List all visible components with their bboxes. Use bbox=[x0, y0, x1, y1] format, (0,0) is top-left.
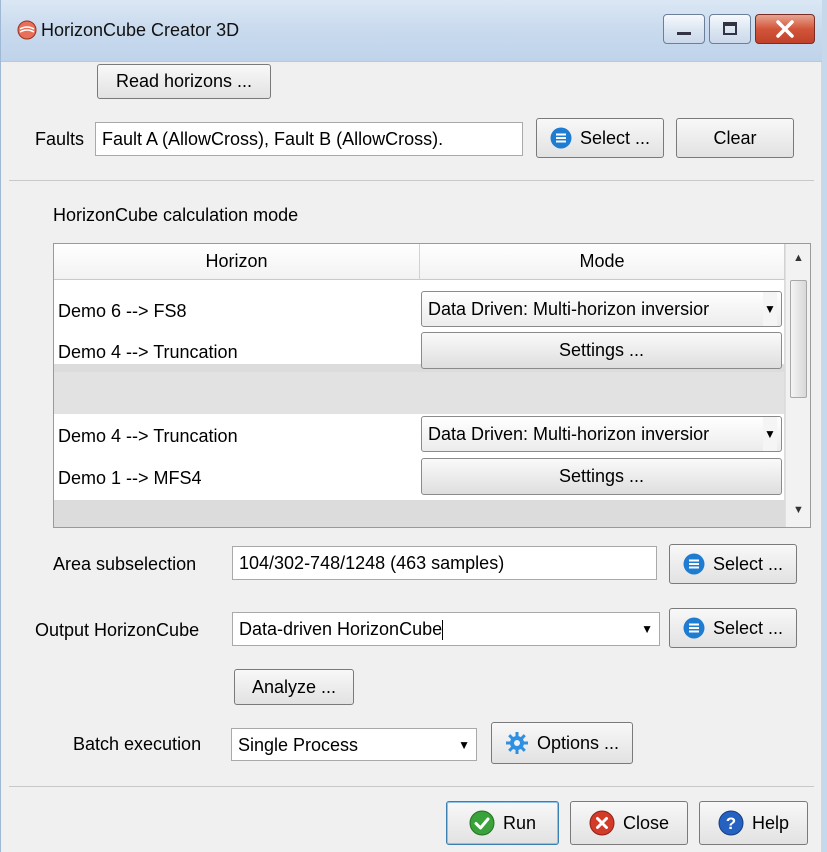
batch-options-label: Options ... bbox=[536, 732, 620, 753]
column-header-mode[interactable]: Mode bbox=[420, 244, 785, 280]
check-icon bbox=[469, 810, 495, 836]
table-cell-horizon: Demo 1 --> MFS4 bbox=[58, 468, 202, 488]
list-icon bbox=[683, 617, 705, 639]
mode-settings-button[interactable]: Settings ... bbox=[421, 458, 782, 495]
batch-value: Single Process bbox=[238, 735, 359, 755]
title-bar[interactable]: HorizonCube Creator 3D bbox=[1, 0, 822, 62]
faults-field[interactable]: Fault A (AllowCross), Fault B (AllowCros… bbox=[95, 122, 523, 156]
chevron-down-icon: ▼ bbox=[763, 417, 777, 451]
scroll-down-icon[interactable]: ▼ bbox=[786, 504, 810, 516]
maximize-icon bbox=[723, 22, 737, 35]
output-combobox[interactable]: Data-driven HorizonCube ▼ bbox=[232, 612, 660, 646]
batch-options-button[interactable]: Options ... bbox=[491, 722, 633, 764]
analyze-button[interactable]: Analyze ... bbox=[234, 669, 354, 705]
minimize-icon bbox=[677, 32, 691, 35]
run-label: Run bbox=[502, 812, 537, 833]
calc-mode-table: Horizon Mode Demo 6 --> FS8 Data Driven:… bbox=[53, 243, 811, 528]
window-title: HorizonCube Creator 3D bbox=[41, 20, 240, 40]
area-field[interactable]: 104/302-748/1248 (463 samples) bbox=[232, 546, 657, 580]
area-label: Area subselection bbox=[53, 554, 197, 574]
faults-select-label: Select ... bbox=[579, 127, 651, 148]
scroll-up-icon[interactable]: ▲ bbox=[786, 252, 810, 264]
chevron-down-icon: ▼ bbox=[763, 292, 777, 326]
minimize-button[interactable] bbox=[663, 14, 705, 44]
mode-settings-label: Settings ... bbox=[558, 340, 645, 360]
separator bbox=[9, 180, 814, 181]
list-icon bbox=[550, 127, 572, 149]
table-scrollbar[interactable]: ▲ ▼ bbox=[785, 244, 810, 527]
svg-text:?: ? bbox=[726, 814, 736, 833]
mode-settings-label: Settings ... bbox=[558, 466, 645, 486]
window-close-button[interactable] bbox=[755, 14, 815, 44]
close-icon bbox=[589, 810, 615, 836]
mode-dropdown[interactable]: Data Driven: Multi-horizon inversior ▼ bbox=[421, 291, 782, 327]
list-icon bbox=[683, 553, 705, 575]
faults-clear-button[interactable]: Clear bbox=[676, 118, 794, 158]
output-label: Output HorizonCube bbox=[35, 620, 200, 640]
help-icon: ? bbox=[718, 810, 744, 836]
calc-mode-title: HorizonCube calculation mode bbox=[53, 205, 299, 225]
table-cell-horizon: Demo 6 --> FS8 bbox=[58, 301, 187, 321]
mode-dropdown-value: Data Driven: Multi-horizon inversior bbox=[428, 299, 710, 319]
area-select-label: Select ... bbox=[712, 553, 784, 574]
dialog-window: HorizonCube Creator 3D Read horizons ...… bbox=[0, 0, 827, 852]
gear-icon bbox=[505, 732, 528, 754]
analyze-label: Analyze ... bbox=[251, 676, 337, 697]
scroll-thumb[interactable] bbox=[790, 280, 807, 398]
separator bbox=[9, 786, 814, 787]
batch-label: Batch execution bbox=[73, 734, 202, 754]
maximize-button[interactable] bbox=[709, 14, 751, 44]
table-cell-horizon: Demo 4 --> Truncation bbox=[58, 342, 238, 362]
close-label: Close bbox=[622, 812, 670, 833]
close-button[interactable]: Close bbox=[570, 801, 688, 845]
mode-settings-button[interactable]: Settings ... bbox=[421, 332, 782, 369]
close-x-icon bbox=[776, 20, 794, 38]
run-button[interactable]: Run bbox=[446, 801, 559, 845]
mode-dropdown-value: Data Driven: Multi-horizon inversior bbox=[428, 424, 710, 444]
column-header-horizon[interactable]: Horizon bbox=[54, 244, 420, 280]
help-button[interactable]: ? Help bbox=[699, 801, 808, 845]
text-cursor bbox=[442, 620, 444, 641]
table-cell-horizon: Demo 4 --> Truncation bbox=[58, 426, 238, 446]
faults-clear-label: Clear bbox=[713, 127, 757, 148]
help-label: Help bbox=[751, 812, 790, 833]
table-spacer bbox=[54, 372, 784, 414]
app-icon bbox=[17, 20, 37, 40]
output-select-button[interactable]: Select ... bbox=[669, 608, 797, 648]
area-select-button[interactable]: Select ... bbox=[669, 544, 797, 584]
chevron-down-icon: ▼ bbox=[458, 738, 470, 752]
batch-select[interactable]: Single Process ▼ bbox=[231, 728, 477, 761]
output-value: Data-driven HorizonCube bbox=[239, 619, 443, 639]
output-select-label: Select ... bbox=[712, 617, 784, 638]
read-horizons-label: Read horizons ... bbox=[115, 71, 253, 91]
mode-dropdown[interactable]: Data Driven: Multi-horizon inversior ▼ bbox=[421, 416, 782, 452]
read-horizons-button[interactable]: Read horizons ... bbox=[97, 64, 271, 99]
chevron-down-icon: ▼ bbox=[641, 622, 653, 636]
faults-select-button[interactable]: Select ... bbox=[536, 118, 664, 158]
faults-label: Faults bbox=[35, 129, 85, 149]
